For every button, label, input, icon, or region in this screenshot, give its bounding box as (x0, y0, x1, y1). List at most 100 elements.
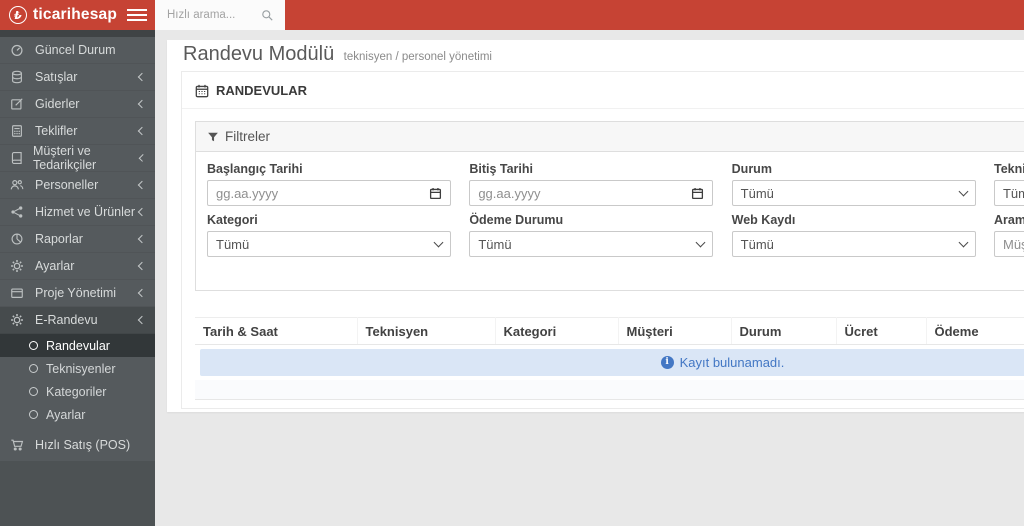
col-durum[interactable]: Durum (731, 318, 836, 345)
filters-title: Filtreler (225, 129, 270, 144)
cart-icon (10, 438, 26, 453)
submenu-item-label: Kategoriler (46, 385, 106, 399)
sidebar-item-hizli-satis-pos[interactable]: Hızlı Satış (POS) (0, 430, 155, 460)
select-value: Tümü (216, 237, 435, 252)
submenu-item-label: Randevular (46, 339, 110, 353)
field-label: Web Kaydı (732, 213, 976, 227)
sidebar-item-label: Güncel Durum (35, 43, 116, 57)
funnel-icon (207, 131, 219, 143)
chevron-down-icon (434, 237, 444, 247)
sidebar-toggle-button[interactable] (118, 0, 155, 30)
brand-name: ticarihesap (33, 6, 117, 24)
page-header: Randevu Modülü teknisyen / personel yöne… (167, 40, 1024, 71)
search-icon[interactable] (261, 9, 285, 22)
sidebar-item-label: E-Randevu (35, 313, 98, 327)
database-icon (10, 70, 26, 85)
start-date-input[interactable] (216, 181, 429, 205)
col-teknisyen[interactable]: Teknisyen (357, 318, 495, 345)
calendar-icon (195, 84, 209, 98)
project-card-icon (10, 286, 26, 301)
sidebar-item-giderler[interactable]: Giderler (0, 91, 155, 118)
col-kategori[interactable]: Kategori (495, 318, 618, 345)
field-web-kaydi: Web Kaydı Tümü (732, 213, 976, 257)
calendar-picker-icon[interactable] (429, 187, 442, 200)
select-value: Tümü (741, 186, 960, 201)
field-durum: Durum Tümü (732, 162, 976, 206)
submenu-item-label: Teknisyenler (46, 362, 115, 376)
gauge-icon (10, 43, 26, 58)
card-body: Filtreler Başlangıç Tarihi (182, 109, 1024, 409)
end-date-input[interactable] (478, 181, 691, 205)
chevron-left-icon (138, 208, 146, 216)
sidebar-top-gap (0, 30, 155, 37)
chevron-down-icon (958, 186, 968, 196)
sidebar-item-personeller[interactable]: Personeller (0, 172, 155, 199)
kategori-select[interactable]: Tümü (207, 231, 451, 257)
sidebar-item-satislar[interactable]: Satışlar (0, 64, 155, 91)
sidebar-item-e-randevu[interactable]: E-Randevu (0, 307, 155, 334)
circle-icon (29, 410, 38, 419)
chevron-left-icon (138, 316, 146, 324)
sidebar-item-label: Proje Yönetimi (35, 286, 116, 300)
brand-logo[interactable]: ₺ ticarihesap (0, 0, 118, 30)
card-title: RANDEVULAR (216, 83, 307, 98)
arama-input[interactable] (1003, 232, 1024, 256)
filters-panel: Filtreler Başlangıç Tarihi (195, 121, 1024, 291)
page-title: Randevu Modülü (183, 43, 334, 65)
chevron-left-icon (138, 289, 146, 297)
field-odeme-durumu: Ödeme Durumu Tümü (469, 213, 713, 257)
web-kaydi-select[interactable]: Tümü (732, 231, 976, 257)
col-ucret[interactable]: Ücret (836, 318, 926, 345)
table-footer-strip (195, 380, 1024, 400)
share-nodes-icon (10, 205, 26, 220)
filters-header[interactable]: Filtreler (196, 122, 1024, 152)
book-icon (10, 151, 24, 166)
col-tarih-saat[interactable]: Tarih & Saat (195, 318, 357, 345)
sidebar-item-raporlar[interactable]: Raporlar (0, 226, 155, 253)
calendar-picker-icon[interactable] (691, 187, 704, 200)
sidebar-item-musteri-tedarikciler[interactable]: Müşteri ve Tedarikçiler (0, 145, 155, 172)
sidebar-item-hizmet-urunler[interactable]: Hizmet ve Ürünler (0, 199, 155, 226)
submenu-item-ayarlar[interactable]: Ayarlar (0, 403, 155, 426)
quick-search (155, 0, 285, 30)
sidebar-item-label: Raporlar (35, 232, 83, 246)
field-baslangic-tarihi: Başlangıç Tarihi (207, 162, 451, 206)
card-header: RANDEVULAR (182, 72, 1024, 109)
sidebar-footer-area (0, 461, 155, 526)
pie-chart-icon (10, 232, 26, 247)
filter-row-1: Başlangıç Tarihi Bitiş Tarihi (207, 162, 1024, 206)
top-navbar: ₺ ticarihesap (0, 0, 1024, 30)
durum-select[interactable]: Tümü (732, 180, 976, 206)
topbar-spacer (285, 0, 1024, 30)
chevron-left-icon (138, 100, 146, 108)
sidebar-item-guncel-durum[interactable]: Güncel Durum (0, 37, 155, 64)
randevular-card: RANDEVULAR Filtreler Başlangıç Tarihi (181, 71, 1024, 409)
circle-icon (29, 364, 38, 373)
chevron-left-icon (138, 262, 146, 270)
content-wrapper: Randevu Modülü teknisyen / personel yöne… (167, 40, 1024, 412)
sidebar-item-proje-yonetimi[interactable]: Proje Yönetimi (0, 280, 155, 307)
appointments-table: Tarih & Saat Teknisyen Kategori Müşteri … (195, 317, 1024, 400)
sidebar-item-teklifler[interactable]: Teklifler (0, 118, 155, 145)
field-arama: Arama (994, 213, 1024, 257)
chevron-left-icon (138, 235, 146, 243)
empty-state-row: i Kayıt bulunamadı. (195, 345, 1024, 380)
calculator-icon (10, 124, 26, 139)
col-odeme[interactable]: Ödeme (926, 318, 1024, 345)
teknisyen-select[interactable]: Tümü (994, 180, 1024, 206)
circle-icon (29, 387, 38, 396)
field-bitis-tarihi: Bitiş Tarihi (469, 162, 713, 206)
submenu-item-teknisyenler[interactable]: Teknisyenler (0, 357, 155, 380)
field-label: Durum (732, 162, 976, 176)
sidebar-item-label: Hizmet ve Ürünler (35, 205, 135, 219)
sidebar-item-ayarlar[interactable]: Ayarlar (0, 253, 155, 280)
col-musteri[interactable]: Müşteri (618, 318, 731, 345)
submenu-item-kategoriler[interactable]: Kategoriler (0, 380, 155, 403)
sidebar-item-label: Müşteri ve Tedarikçiler (33, 144, 140, 172)
edit-icon (10, 97, 26, 112)
chevron-left-icon (138, 181, 146, 189)
odeme-durumu-select[interactable]: Tümü (469, 231, 713, 257)
submenu-item-randevular[interactable]: Randevular (0, 334, 155, 357)
sidebar-item-label: Hızlı Satış (POS) (35, 438, 130, 452)
quick-search-input[interactable] (155, 9, 261, 21)
